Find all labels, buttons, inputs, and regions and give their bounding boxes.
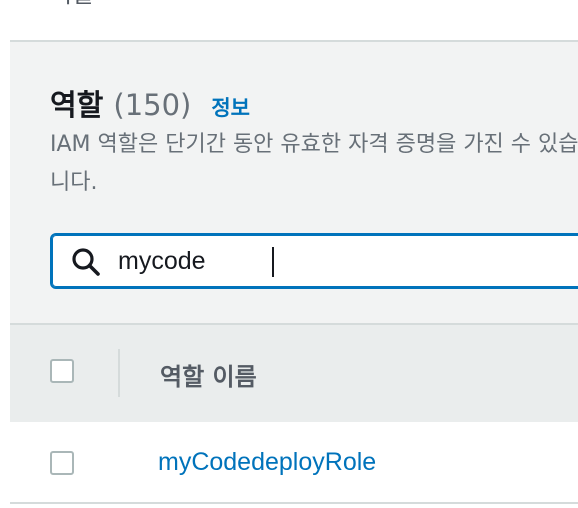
table-row: myCodedeployRole <box>10 422 578 502</box>
row-checkbox[interactable] <box>50 451 74 475</box>
roles-heading: 역할 (150) 정보 <box>50 82 250 124</box>
search-icon <box>72 248 100 276</box>
roles-count: (150) <box>113 88 192 122</box>
iam-roles-page: 역할 역할 (150) 정보 IAM 역할은 단기간 동안 유효한 자격 증명을… <box>0 0 578 508</box>
role-name-link[interactable]: myCodedeployRole <box>158 448 376 477</box>
search-box[interactable] <box>50 233 578 289</box>
info-link[interactable]: 정보 <box>211 92 250 122</box>
table-header: 역할 이름 <box>10 325 578 422</box>
search-input[interactable] <box>118 241 578 281</box>
text-caret <box>272 247 274 277</box>
page-title: 역할 <box>50 88 104 122</box>
column-header-role-name[interactable]: 역할 이름 <box>160 357 257 392</box>
roles-description: IAM 역할은 단기간 동안 유효한 자격 증명을 가진 수 있습니다. <box>50 132 578 195</box>
table-bottom-divider <box>10 502 578 504</box>
column-separator[interactable] <box>118 349 120 397</box>
select-all-checkbox[interactable] <box>50 359 74 383</box>
breadcrumb-fragment: 역할 <box>50 0 94 9</box>
